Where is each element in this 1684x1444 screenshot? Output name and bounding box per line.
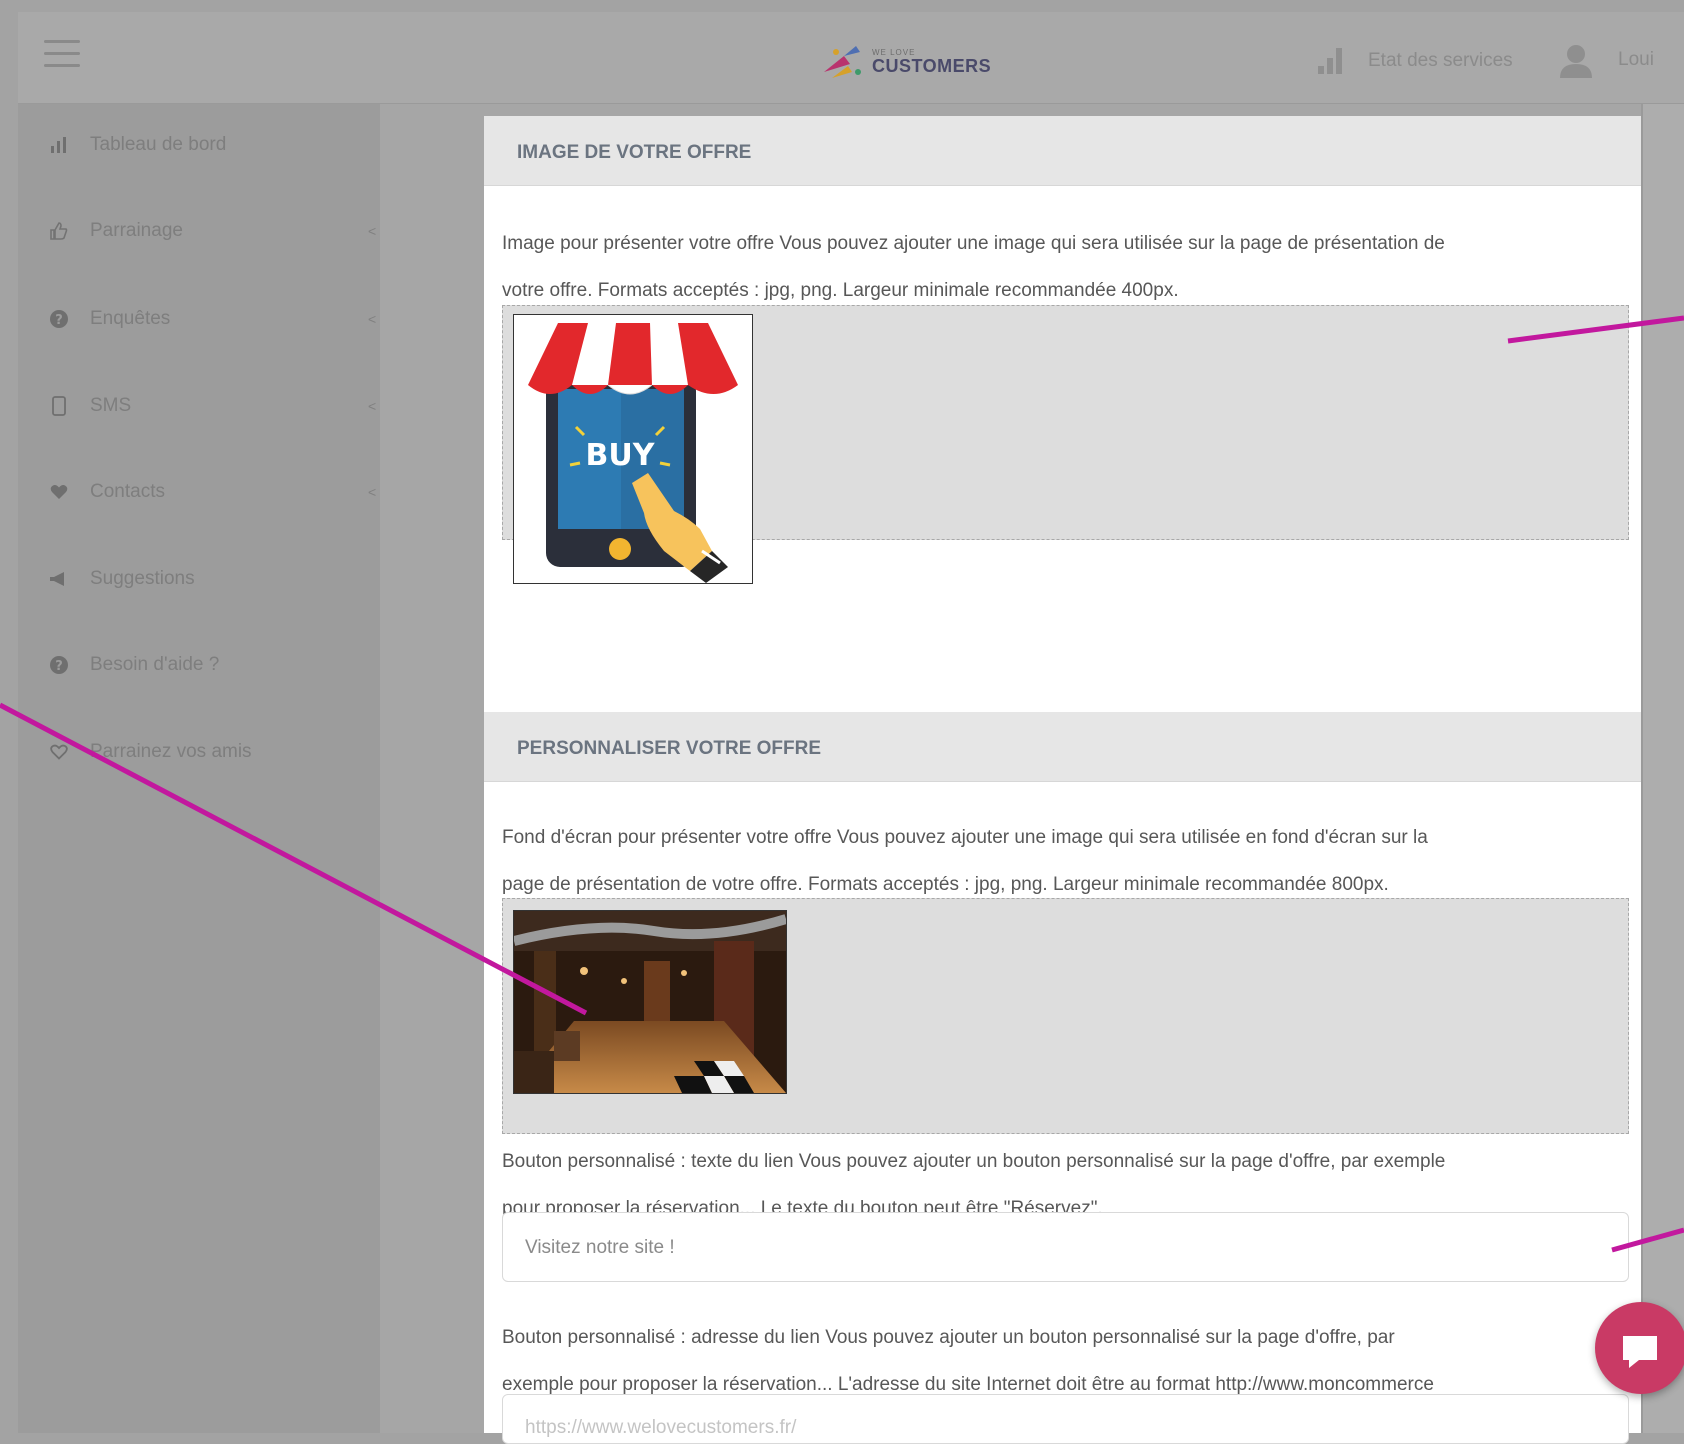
sidebar-item-sms[interactable]: SMS <: [48, 386, 376, 426]
sidebar: Tableau de bord Parrainage < ? Enquêtes …: [18, 104, 380, 1433]
service-status-link[interactable]: Etat des services: [1318, 48, 1513, 74]
chat-button[interactable]: [1595, 1302, 1684, 1394]
svg-text:?: ?: [55, 659, 63, 674]
section-title-image: IMAGE DE VOTRE OFFRE: [484, 116, 1641, 186]
chat-bubble-icon: [1623, 1336, 1657, 1368]
mobile-icon: [48, 395, 70, 417]
button-link-input[interactable]: https://www.welovecustomers.fr/: [502, 1394, 1629, 1444]
sidebar-item-label: Parrainez vos amis: [90, 741, 252, 762]
background-image-thumbnail[interactable]: [513, 910, 787, 1094]
sidebar-item-invite-friends[interactable]: Parrainez vos amis: [48, 732, 368, 772]
image-description-line: Image pour présenter votre offre Vous po…: [502, 233, 1445, 254]
sidebar-item-dashboard[interactable]: Tableau de bord: [48, 125, 368, 165]
sidebar-item-label: SMS: [90, 395, 132, 416]
sidebar-item-referral[interactable]: Parrainage <: [48, 211, 376, 251]
menu-icon[interactable]: [44, 40, 80, 70]
brand-logo[interactable]: WE LOVE CUSTOMERS: [818, 42, 991, 82]
heart-outline-icon: [48, 741, 70, 763]
question-circle-icon: ?: [48, 308, 70, 330]
buy-label: BUY: [586, 438, 656, 473]
button-link-description-line: Bouton personnalisé : adresse du lien Vo…: [502, 1327, 1395, 1348]
background-description: Fond d'écran pour présenter votre offre …: [502, 814, 1630, 908]
service-status-label: Etat des services: [1368, 50, 1513, 71]
section-title-customize: PERSONNALISER VOTRE OFFRE: [484, 712, 1641, 782]
offer-settings-panel: IMAGE DE VOTRE OFFRE Image pour présente…: [484, 116, 1641, 1444]
bar-chart-icon: [1318, 48, 1346, 74]
chevron-left-icon: <: [368, 398, 377, 414]
background-description-line: Fond d'écran pour présenter votre offre …: [502, 827, 1428, 848]
chevron-left-icon: <: [368, 223, 377, 239]
sidebar-item-label: Tableau de bord: [90, 134, 227, 155]
chevron-left-icon: <: [368, 311, 377, 327]
sidebar-item-label: Enquêtes: [90, 308, 171, 329]
logo-mark-icon: [818, 42, 868, 82]
sidebar-item-suggestions[interactable]: Suggestions: [48, 559, 368, 599]
button-text-input[interactable]: Visitez notre site !: [502, 1212, 1629, 1282]
megaphone-icon: [48, 568, 70, 590]
offer-image-thumbnail[interactable]: BUY: [513, 314, 753, 584]
image-description: Image pour présenter votre offre Vous po…: [502, 220, 1630, 314]
bar-chart-icon: [48, 134, 70, 156]
chevron-left-icon: <: [368, 484, 377, 500]
svg-text:?: ?: [55, 313, 63, 328]
sidebar-item-surveys[interactable]: ? Enquêtes <: [48, 299, 376, 339]
user-name: Loui: [1618, 49, 1654, 70]
sidebar-item-label: Contacts: [90, 481, 165, 502]
button-text-description-line: Bouton personnalisé : texte du lien Vous…: [502, 1151, 1446, 1172]
top-bar: WE LOVE CUSTOMERS Etat des services Loui: [18, 12, 1684, 104]
sidebar-item-label: Parrainage: [90, 220, 183, 241]
help-circle-icon: ?: [48, 654, 70, 676]
brand-name: CUSTOMERS: [872, 56, 992, 76]
user-menu[interactable]: Loui: [1556, 42, 1654, 78]
sidebar-item-help[interactable]: ? Besoin d'aide ?: [48, 645, 368, 685]
heart-icon: [48, 481, 70, 503]
thumbs-up-icon: [48, 220, 70, 242]
user-icon: [1556, 42, 1596, 78]
scrollbar-track[interactable]: [1641, 104, 1684, 1433]
sidebar-item-label: Besoin d'aide ?: [90, 654, 220, 675]
sidebar-item-contacts[interactable]: Contacts <: [48, 472, 376, 512]
sidebar-item-label: Suggestions: [90, 568, 195, 589]
